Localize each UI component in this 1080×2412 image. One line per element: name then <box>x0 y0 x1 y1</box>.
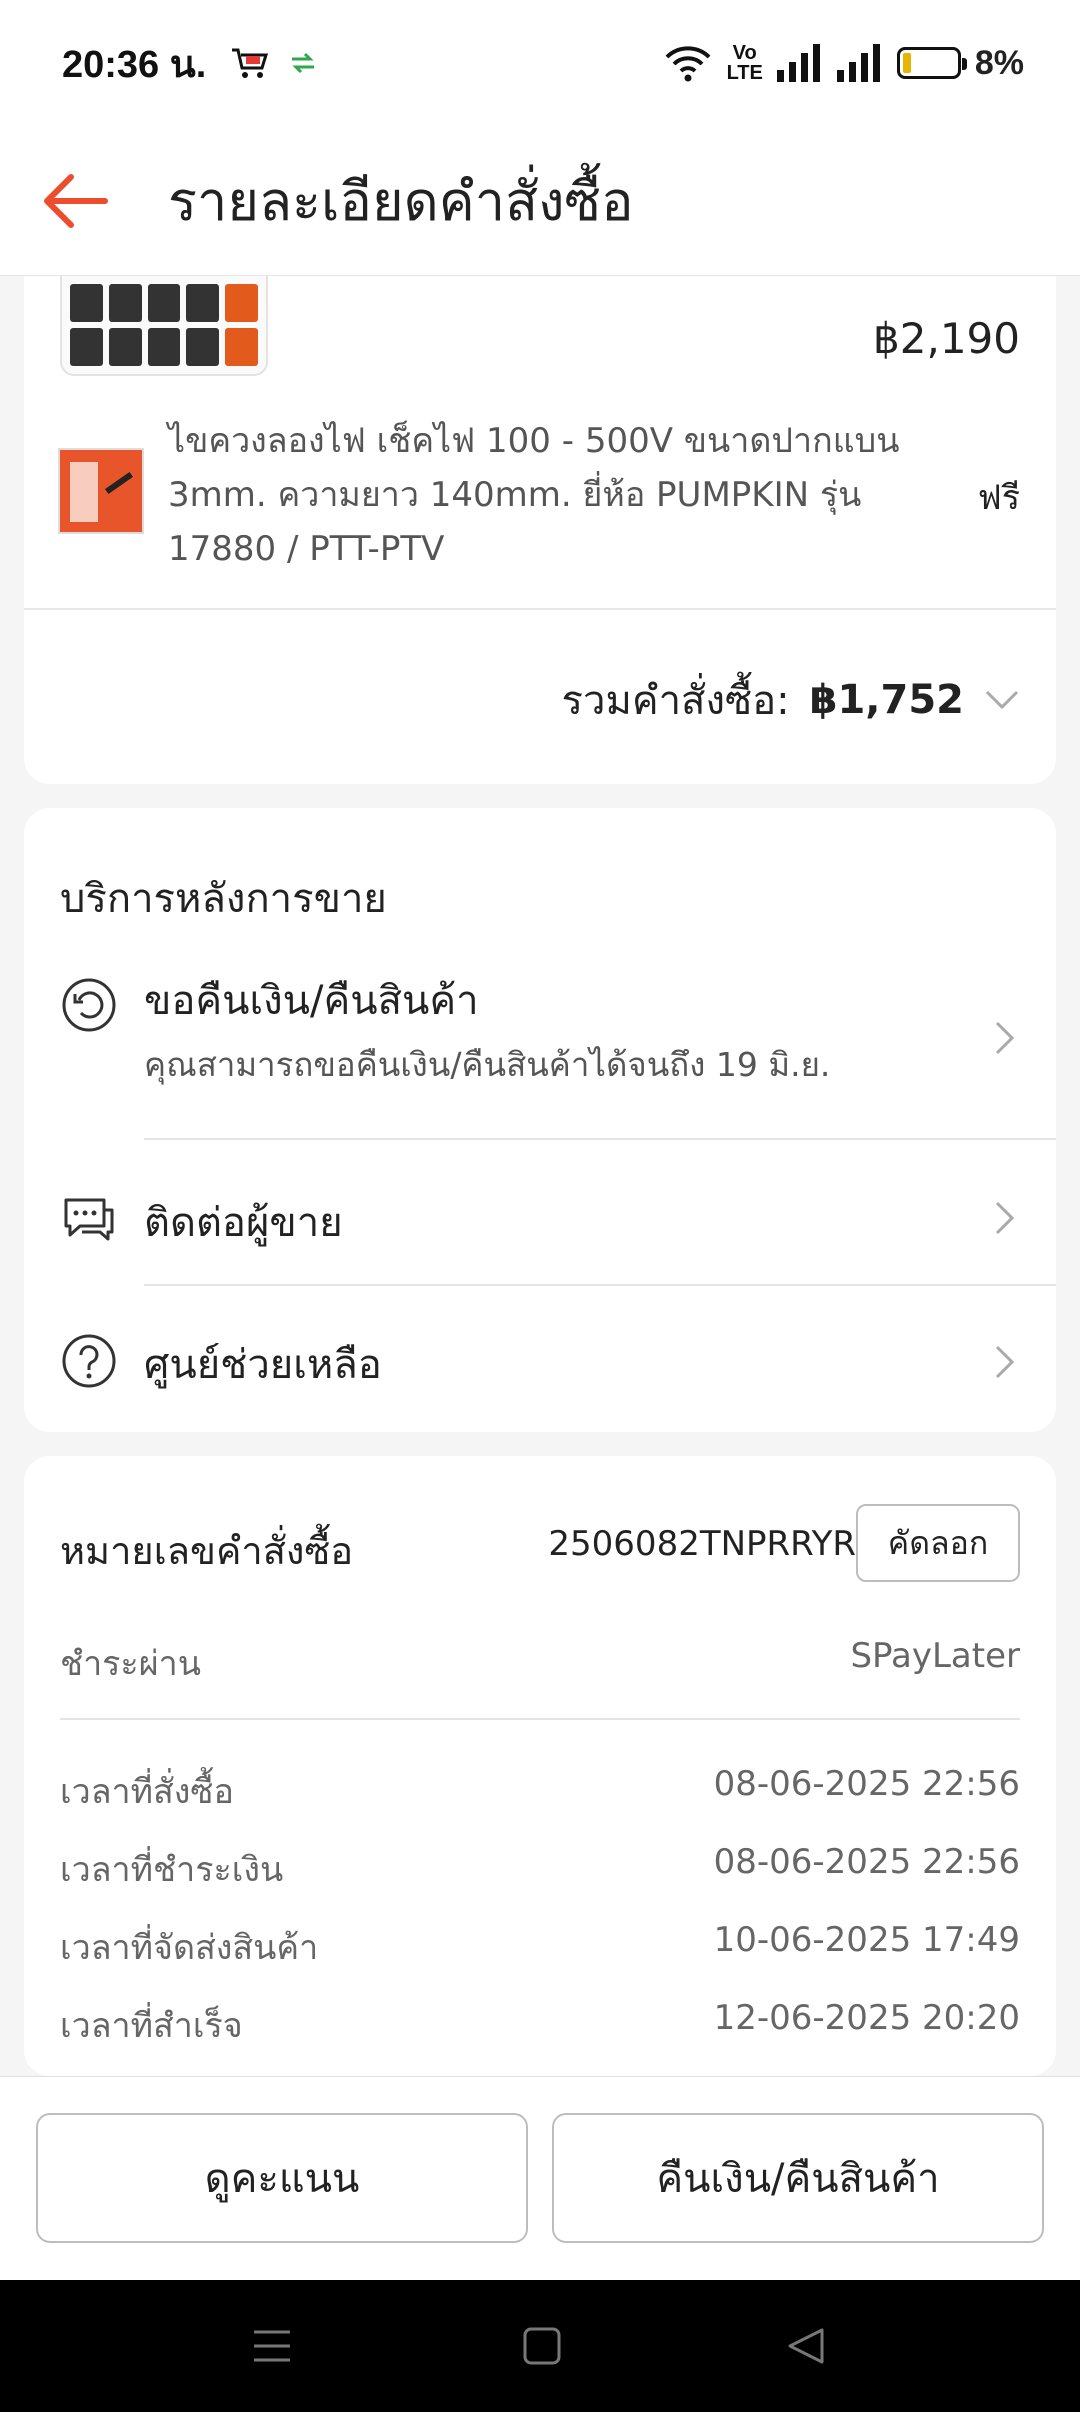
refund-deadline-text: คุณสามารถขอคืนเงิน/คืนสินค้าได้จนถึง 19 … <box>144 1045 831 1084</box>
divider <box>144 1138 1056 1140</box>
sync-arrows-icon <box>292 52 315 74</box>
battery-icon <box>896 47 967 79</box>
order-items-card: ฿2,190 ไขควงลองไฟ เช็คไฟ 100 - 500V ขนาด… <box>24 276 1056 784</box>
volte-bottom-text: LTE <box>726 62 763 84</box>
order-number-label: หมายเลขคำสั่งซื้อ <box>60 1529 354 1573</box>
after-sales-title: บริการหลังการขาย <box>60 876 387 922</box>
order-total-row[interactable]: รวมคำสั่งซื้อ: ฿1,752 <box>562 668 1020 732</box>
contact-seller-row[interactable]: ติดต่อผู้ขาย <box>24 1148 1056 1288</box>
ship-time-value: 10-06-2025 17:49 <box>713 1920 1020 1960</box>
order-info-card: หมายเลขคำสั่งซื้อ 2506082TNPRRYR คัดลอก … <box>24 1456 1056 2076</box>
order-total-value: ฿1,752 <box>809 677 964 723</box>
payment-time-label: เวลาที่ชำระเงิน <box>60 1850 284 1890</box>
order-time-value: 08-06-2025 22:56 <box>713 1764 1020 1804</box>
product-thumbnail[interactable] <box>60 276 268 376</box>
chevron-down-icon <box>985 690 1019 710</box>
copy-order-number-button[interactable]: คัดลอก <box>856 1504 1020 1582</box>
order-number: 2506082TNPRRYR <box>548 1524 856 1564</box>
payment-time-value: 08-06-2025 22:56 <box>713 1842 1020 1882</box>
refund-request-row[interactable]: ขอคืนเงิน/คืนสินค้า คุณสามารถขอคืนเงิน/ค… <box>24 968 1056 1128</box>
divider <box>24 608 1056 610</box>
wifi-icon <box>665 46 710 82</box>
signal-icon-2 <box>836 44 880 82</box>
system-nav-bar <box>0 2280 1080 2412</box>
volte-top-text: Vo <box>732 42 757 64</box>
notification-icons <box>230 46 318 80</box>
order-time-label: เวลาที่สั่งซื้อ <box>60 1772 234 1812</box>
chat-bubble-icon <box>64 1198 114 1241</box>
back-triangle-icon[interactable] <box>786 2326 826 2366</box>
signal-icon <box>776 44 820 82</box>
help-center-label: ศูนย์ช่วยเหลือ <box>144 1342 382 1388</box>
help-question-icon <box>62 1334 116 1388</box>
chevron-right-icon <box>995 1345 1015 1379</box>
return-icon <box>62 978 116 1032</box>
home-square-icon[interactable] <box>522 2326 562 2366</box>
ship-time-label: เวลาที่จัดส่งสินค้า <box>60 1928 319 1968</box>
view-rating-button[interactable]: ดูคะแนน <box>36 2113 528 2243</box>
battery-percent: 8% <box>974 43 1024 82</box>
status-time: 20:36 น. <box>62 43 207 86</box>
complete-time-label: เวลาที่สำเร็จ <box>60 2006 243 2046</box>
product-thumbnail-screwdriver[interactable] <box>58 448 144 534</box>
chevron-right-icon <box>995 1201 1015 1235</box>
page-title: รายละเอียดคำสั่งซื้อ <box>168 169 634 233</box>
back-button[interactable] <box>0 126 150 276</box>
shopping-cart-icon <box>232 48 269 78</box>
refund-label: ขอคืนเงิน/คืนสินค้า <box>144 978 479 1024</box>
bottom-action-bar: ดูคะแนน คืนเงิน/คืนสินค้า <box>0 2076 1080 2280</box>
help-center-row[interactable]: ศูนย์ช่วยเหลือ <box>24 1288 1056 1428</box>
contact-seller-label: ติดต่อผู้ขาย <box>144 1200 343 1246</box>
menu-lines-icon[interactable] <box>252 2326 292 2366</box>
chevron-right-icon <box>995 1021 1015 1055</box>
refund-return-button[interactable]: คืนเงิน/คืนสินค้า <box>552 2113 1044 2243</box>
divider <box>60 1718 1020 1720</box>
complete-time-value: 12-06-2025 20:20 <box>713 1998 1020 2038</box>
status-bar: 20:36 น. Vo LTE 8% <box>0 0 1080 126</box>
item-price: ฿2,190 <box>873 314 1020 363</box>
payment-method-value: SPayLater <box>850 1636 1020 1676</box>
after-sales-card: บริการหลังการขาย ขอคืนเงิน/คืนสินค้า คุณ… <box>24 808 1056 1432</box>
app-header: รายละเอียดคำสั่งซื้อ <box>0 126 1080 276</box>
payment-method-label: ชำระผ่าน <box>60 1644 201 1684</box>
item-price-free: ฟรี <box>977 478 1020 518</box>
order-total-label: รวมคำสั่งซื้อ: <box>561 678 790 724</box>
volte-indicator: Vo LTE <box>727 43 763 83</box>
divider <box>144 1284 1056 1286</box>
item-title[interactable]: ไขควงลองไฟ เช็คไฟ 100 - 500V ขนาดปากแบน … <box>168 414 928 576</box>
back-arrow-icon <box>44 173 108 228</box>
